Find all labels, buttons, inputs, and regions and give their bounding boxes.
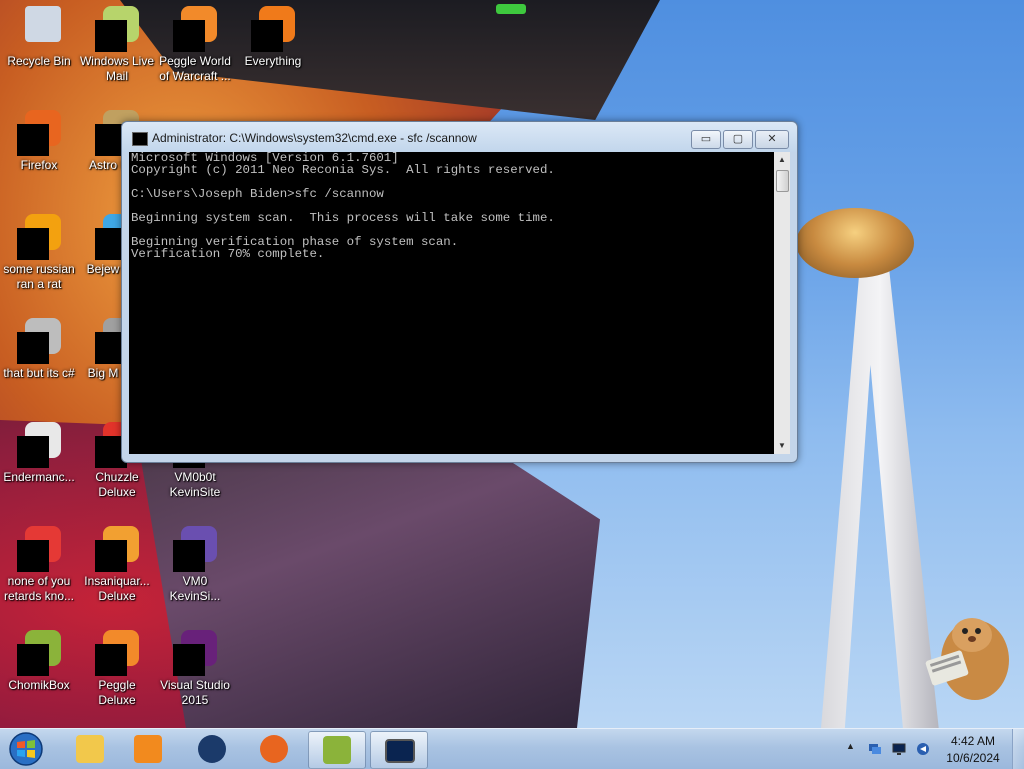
redaction-block [173, 20, 205, 52]
hamster-icon [323, 736, 351, 764]
media-player-icon [134, 735, 162, 763]
search-icon [251, 6, 295, 52]
desktop-icon-label: Insaniquar... Deluxe [84, 574, 150, 603]
redaction-block [95, 540, 127, 572]
desktop-icon-label: Windows Live Mail [79, 54, 155, 83]
desktop-icon-label: Chuzzle Deluxe [95, 470, 139, 499]
hamster-sticker-icon [925, 618, 1009, 700]
desktop-icon[interactable]: none of you retards kno... [0, 520, 78, 604]
desktop-icon-label: Firefox [20, 158, 58, 172]
desktop-icon-label: that but its c# [3, 366, 75, 380]
console-line: Verification 70% complete. [131, 247, 325, 261]
wallpaper-saucer [796, 208, 914, 278]
start-orb-icon[interactable] [6, 731, 46, 767]
ie-icon [17, 214, 61, 260]
console-scrollbar[interactable]: ▲ ▼ [774, 152, 790, 454]
taskbar: ▲ 4:42 AM 10/6/2024 [0, 728, 1024, 769]
desktop-icon[interactable]: Firefox [0, 104, 78, 173]
console-line: Beginning system scan. This process will… [131, 211, 555, 225]
recycle-bin-icon [17, 6, 61, 50]
desktop-icon-label: none of you retards kno... [3, 574, 75, 603]
redaction-block [251, 20, 283, 52]
console-icon [385, 739, 415, 763]
firefox-icon [17, 110, 61, 156]
desktop-icon[interactable]: Insaniquar... Deluxe [78, 520, 156, 604]
redaction-block [17, 644, 49, 676]
clock-time[interactable]: 4:42 AM [946, 734, 1000, 748]
network-tray-icon[interactable] [868, 742, 882, 756]
vm-icon [173, 526, 217, 572]
peggle-icon [95, 630, 139, 676]
desktop-icon-label: VM0b0t KevinSite [169, 470, 221, 499]
taskbar-button-media-player[interactable] [120, 731, 176, 767]
taskbar-button-firefox[interactable] [246, 731, 302, 767]
desktop-icon-label: VM0 KevinSi... [169, 574, 221, 603]
redaction-block [17, 124, 49, 156]
globe-icon [198, 735, 226, 763]
taskbar-button-chomikbox[interactable] [308, 731, 366, 769]
top-indicator [496, 4, 526, 14]
redaction-block [173, 644, 205, 676]
taskbar-button-cmd[interactable] [370, 731, 428, 769]
redaction-block [17, 228, 49, 260]
desktop-icon[interactable]: ChomikBox [0, 624, 78, 693]
monitor-tray-icon[interactable] [892, 742, 906, 756]
taskbar-button-globe-app[interactable] [184, 731, 240, 767]
redaction-block [17, 540, 49, 572]
folder-icon [76, 735, 104, 763]
icon-artwork [25, 6, 61, 42]
desktop-icon[interactable]: Peggle Deluxe [78, 624, 156, 708]
redaction-block [95, 644, 127, 676]
desktop-icon-label: some russian ran a rat [3, 262, 75, 291]
fish-icon [95, 526, 139, 572]
console-line: C:\Users\Joseph Biden>sfc /scannow [131, 187, 384, 201]
desktop-icon[interactable]: some russian ran a rat [0, 208, 78, 292]
desktop-icon-label: ChomikBox [8, 678, 70, 692]
desktop-icon[interactable]: Peggle World of Warcraft ... [156, 0, 234, 84]
cmd-titlebar[interactable]: Administrator: C:\Windows\system32\cmd.e… [122, 122, 797, 152]
desktop-icon-label: Peggle World of Warcraft ... [159, 54, 231, 83]
scroll-down-button[interactable]: ▼ [774, 438, 790, 454]
firefox-icon [260, 735, 288, 763]
console-icon[interactable] [132, 132, 148, 146]
desktop-icon-label: Visual Studio 2015 [160, 678, 230, 707]
visual-studio-icon [173, 630, 217, 676]
redaction-block [17, 436, 49, 468]
redaction-block [173, 540, 205, 572]
taskbar-button-explorer[interactable] [62, 731, 118, 767]
desktop-icon[interactable]: Everything [234, 0, 312, 69]
peggle-icon [173, 6, 217, 52]
cmd-window[interactable]: Administrator: C:\Windows\system32\cmd.e… [121, 121, 798, 463]
clock-date[interactable]: 10/6/2024 [944, 751, 1002, 765]
volume-tray-icon[interactable] [916, 742, 930, 756]
show-desktop-button[interactable] [1012, 729, 1024, 769]
desktop-icon[interactable]: Recycle Bin [0, 0, 78, 69]
console-line: Copyright (c) 2011 Neo Reconia Sys. All … [131, 163, 555, 177]
desktop-icon-label: Everything [244, 54, 302, 68]
redaction-block [17, 332, 49, 364]
scroll-thumb[interactable] [776, 170, 789, 192]
window-icon [17, 422, 61, 468]
tray-expand-icon[interactable]: ▲ [846, 741, 860, 755]
desktop-icon[interactable]: Visual Studio 2015 [156, 624, 234, 708]
desktop-icon[interactable]: that but its c# [0, 312, 78, 381]
window-stack-icon [17, 318, 61, 364]
cmd-window-title: Administrator: C:\Windows\system32\cmd.e… [152, 131, 477, 145]
desktop-icon[interactable]: VM0 KevinSi... [156, 520, 234, 604]
desktop-icon-label: Peggle Deluxe [98, 678, 136, 707]
hamster-icon [17, 630, 61, 676]
minimize-button[interactable]: ▭ [691, 130, 721, 149]
console-output[interactable]: Microsoft Windows [Version 6.1.7601] Copy… [129, 152, 774, 454]
desktop-icon-label: Endermanc... [3, 470, 75, 484]
desktop-icon-label: Recycle Bin [7, 54, 71, 68]
scroll-up-button[interactable]: ▲ [774, 152, 790, 168]
maximize-button[interactable]: ▢ [723, 130, 753, 149]
desktop-icon[interactable]: Windows Live Mail [78, 0, 156, 84]
close-button[interactable]: ✕ [755, 130, 789, 149]
chrome-icon [17, 526, 61, 572]
redaction-block [95, 20, 127, 52]
mail-icon [95, 6, 139, 52]
desktop-icon[interactable]: Endermanc... [0, 416, 78, 485]
